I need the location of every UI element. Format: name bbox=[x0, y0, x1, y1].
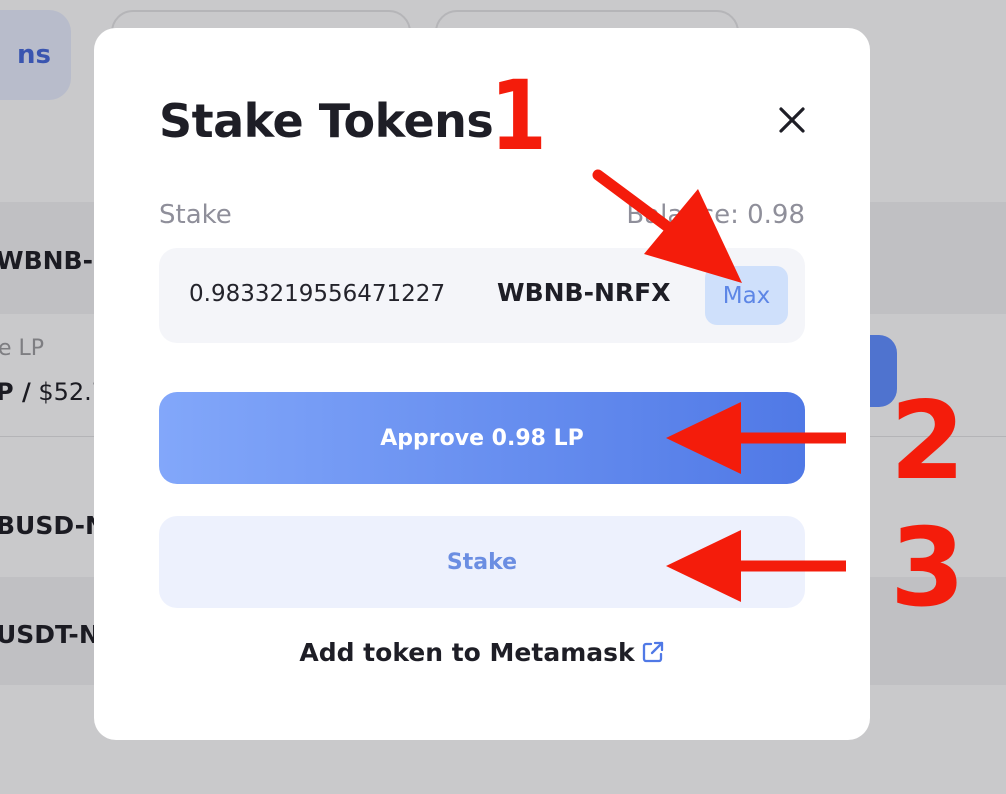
step-1-label: 1 bbox=[490, 60, 547, 172]
arrow-to-max-icon bbox=[592, 169, 742, 283]
arrow-to-stake-icon bbox=[666, 530, 846, 602]
step-2-label: 2 bbox=[890, 379, 966, 504]
arrow-to-approve-icon bbox=[666, 402, 846, 474]
step-3-label: 3 bbox=[890, 506, 966, 631]
